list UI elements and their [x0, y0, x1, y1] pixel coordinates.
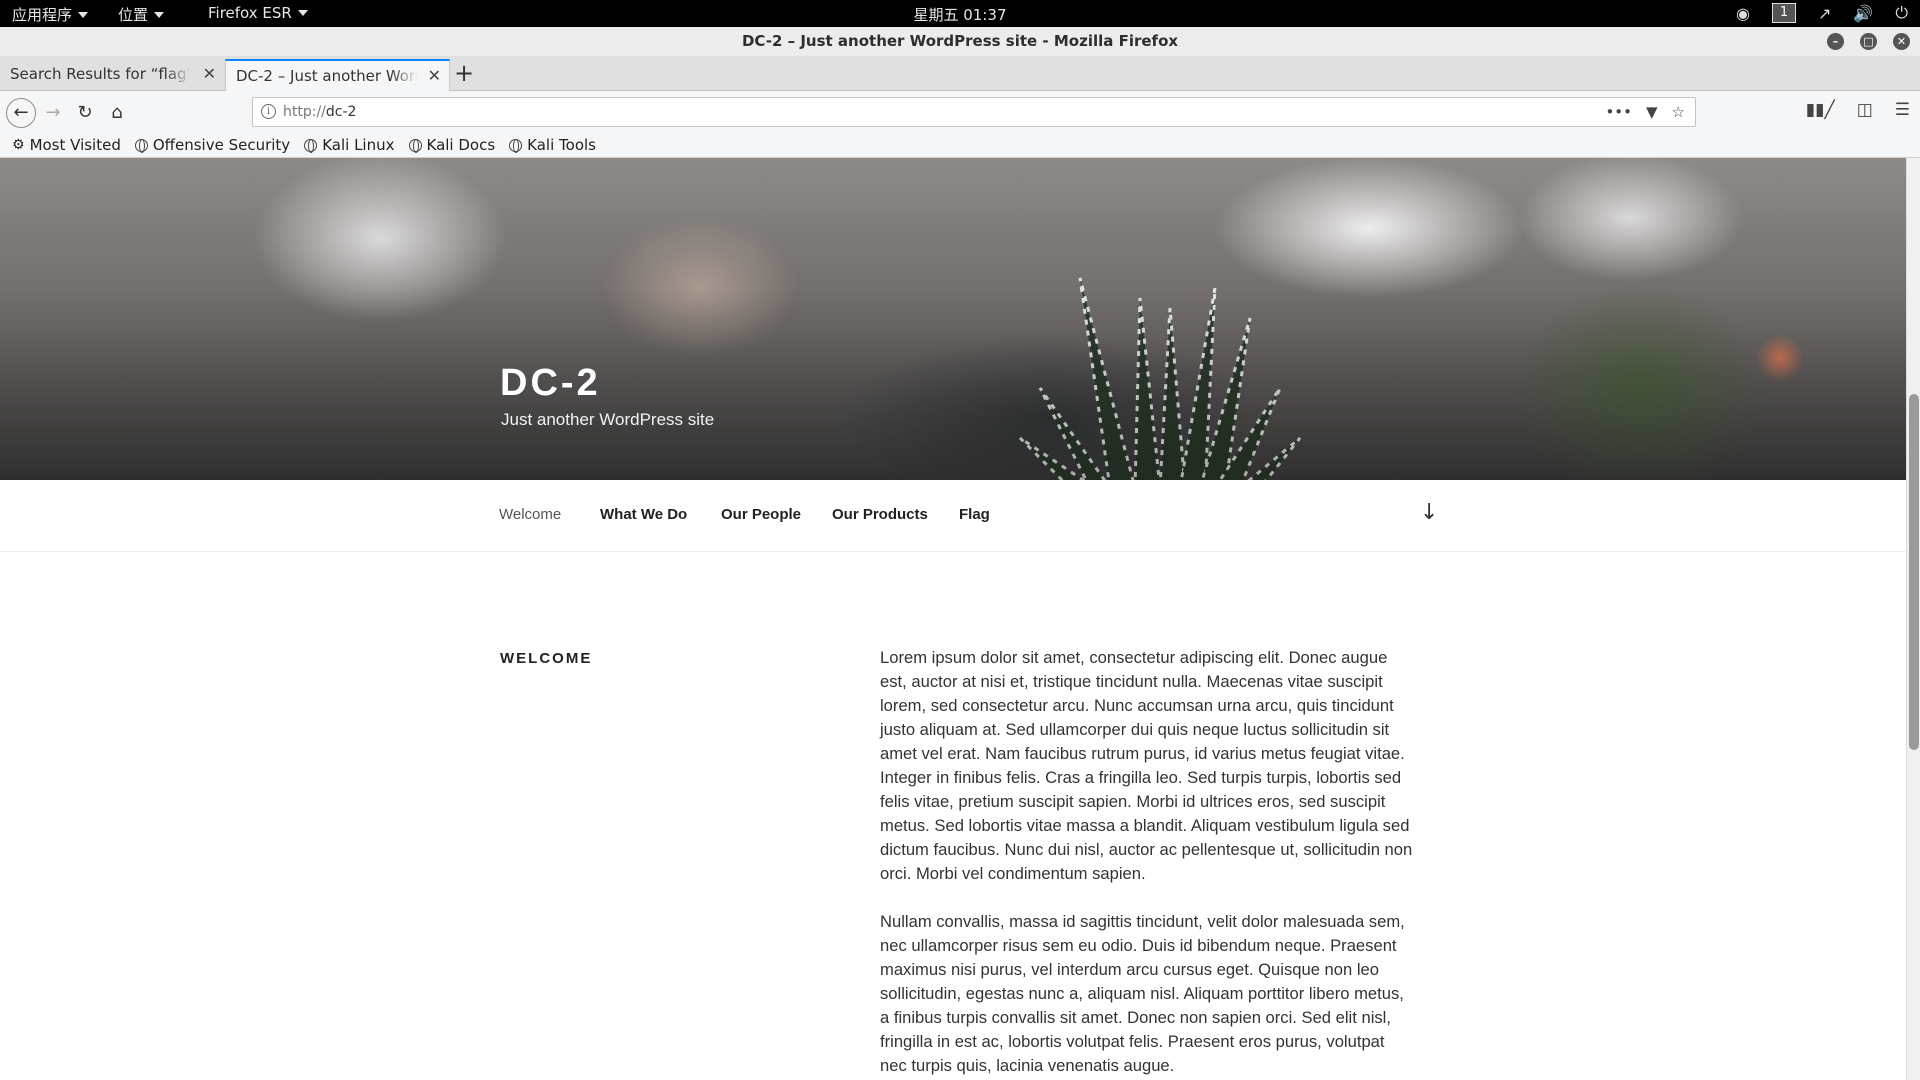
globe-icon: [509, 138, 523, 153]
close-tab-icon[interactable]: ✕: [428, 61, 441, 91]
nav-item-flag[interactable]: Flag: [959, 506, 990, 523]
entry-content: Lorem ipsum dolor sit amet, consectetur …: [880, 646, 1415, 1080]
video-icon[interactable]: ◉: [1736, 4, 1750, 23]
power-icon[interactable]: ⏻: [1895, 3, 1908, 23]
new-tab-button[interactable]: +: [454, 59, 474, 87]
maximize-button[interactable]: □: [1860, 33, 1877, 50]
back-button[interactable]: ←: [6, 98, 36, 128]
globe-icon: [408, 138, 422, 153]
page-actions-button[interactable]: •••: [1605, 98, 1632, 126]
nav-item-what-we-do[interactable]: What We Do: [600, 506, 687, 523]
volume-icon[interactable]: 🔊: [1853, 4, 1873, 23]
nav-item-our-products[interactable]: Our Products: [832, 506, 928, 523]
header-image: DC-2 Just another WordPress site: [0, 158, 1906, 480]
scrollbar-thumb[interactable]: [1909, 394, 1919, 750]
url-bar[interactable]: i http://dc-2 ••• ▼ ☆: [252, 97, 1696, 127]
section-title: WELCOME: [500, 650, 593, 667]
tab-dc2[interactable]: DC-2 – Just another WordPress site ✕: [225, 59, 450, 91]
bookmark-label: Kali Linux: [322, 136, 395, 154]
window-titlebar: DC-2 – Just another WordPress site - Moz…: [0, 27, 1920, 56]
home-button[interactable]: ⌂: [104, 100, 130, 126]
pocket-icon[interactable]: ▼: [1646, 98, 1658, 126]
workspace-indicator[interactable]: 1: [1772, 3, 1797, 23]
bookmark-offensive-security[interactable]: Offensive Security: [134, 136, 291, 154]
network-icon[interactable]: ↗: [1818, 4, 1831, 23]
bookmark-label: Kali Docs: [426, 136, 496, 154]
system-top-bar: 应用程序 位置 Firefox ESR 星期五 01:37 ◉ 1 ↗ 🔊 ⏻: [0, 0, 1920, 27]
tab-strip: Search Results for “flag” – DC-2 ✕ DC-2 …: [0, 56, 1920, 91]
url-protocol: http://: [283, 104, 326, 120]
bookmark-most-visited[interactable]: ⚙ Most Visited: [12, 136, 121, 154]
arrow-down-icon[interactable]: ↓: [1420, 500, 1438, 525]
bookmarks-toolbar: ⚙ Most Visited Offensive Security Kali L…: [0, 133, 1920, 158]
bookmark-label: Offensive Security: [152, 136, 291, 154]
tab-label: Search Results for “flag” – DC-2: [10, 65, 192, 83]
gear-icon: ⚙: [12, 137, 25, 153]
globe-icon: [304, 138, 318, 153]
tab-search-results[interactable]: Search Results for “flag” – DC-2 ✕: [0, 59, 224, 91]
bookmark-kali-tools[interactable]: Kali Tools: [509, 136, 596, 154]
reload-button[interactable]: ↻: [72, 100, 98, 126]
paragraph: Lorem ipsum dolor sit amet, consectetur …: [880, 648, 1413, 883]
url-text[interactable]: http://dc-2: [283, 98, 356, 126]
hamburger-menu-icon[interactable]: ☰: [1895, 100, 1910, 120]
window-title: DC-2 – Just another WordPress site - Moz…: [741, 32, 1179, 50]
system-tray: ◉ 1 ↗ 🔊 ⏻: [1736, 3, 1908, 23]
bookmark-label: Kali Tools: [527, 136, 596, 154]
vertical-scrollbar[interactable]: [1906, 158, 1920, 1080]
globe-icon: [134, 138, 148, 153]
bookmark-label: Most Visited: [29, 136, 121, 154]
bookmark-kali-linux[interactable]: Kali Linux: [304, 136, 395, 154]
paragraph: Nullam convallis, massa id sagittis tinc…: [880, 912, 1405, 1075]
site-description: Just another WordPress site: [501, 410, 715, 429]
info-icon[interactable]: i: [261, 104, 276, 119]
nav-item-our-people[interactable]: Our People: [721, 506, 801, 523]
close-tab-icon[interactable]: ✕: [203, 59, 216, 89]
bookmark-kali-docs[interactable]: Kali Docs: [408, 136, 496, 154]
bookmark-star-icon[interactable]: ☆: [1672, 98, 1685, 126]
header-shade: [0, 158, 1906, 480]
minimize-button[interactable]: –: [1827, 33, 1844, 50]
page-viewport: DC-2 Just another WordPress site Welcome…: [0, 158, 1906, 1080]
site-navigation: Welcome What We Do Our People Our Produc…: [0, 480, 1906, 552]
tab-label: DC-2 – Just another WordPress site: [236, 67, 418, 85]
clock[interactable]: 星期五 01:37: [0, 4, 1920, 25]
sidebar-icon[interactable]: ◫: [1857, 100, 1873, 120]
nav-item-welcome[interactable]: Welcome: [499, 506, 561, 523]
forward-button[interactable]: →: [40, 100, 66, 126]
close-window-button[interactable]: ✕: [1893, 33, 1910, 50]
site-title[interactable]: DC-2: [500, 362, 601, 405]
library-icon[interactable]: ▮▮╱: [1806, 100, 1835, 120]
navigation-toolbar: ← → ↻ ⌂ i http://dc-2 ••• ▼ ☆ ▮▮╱ ◫ ☰: [0, 91, 1920, 133]
url-host: dc-2: [325, 104, 357, 120]
